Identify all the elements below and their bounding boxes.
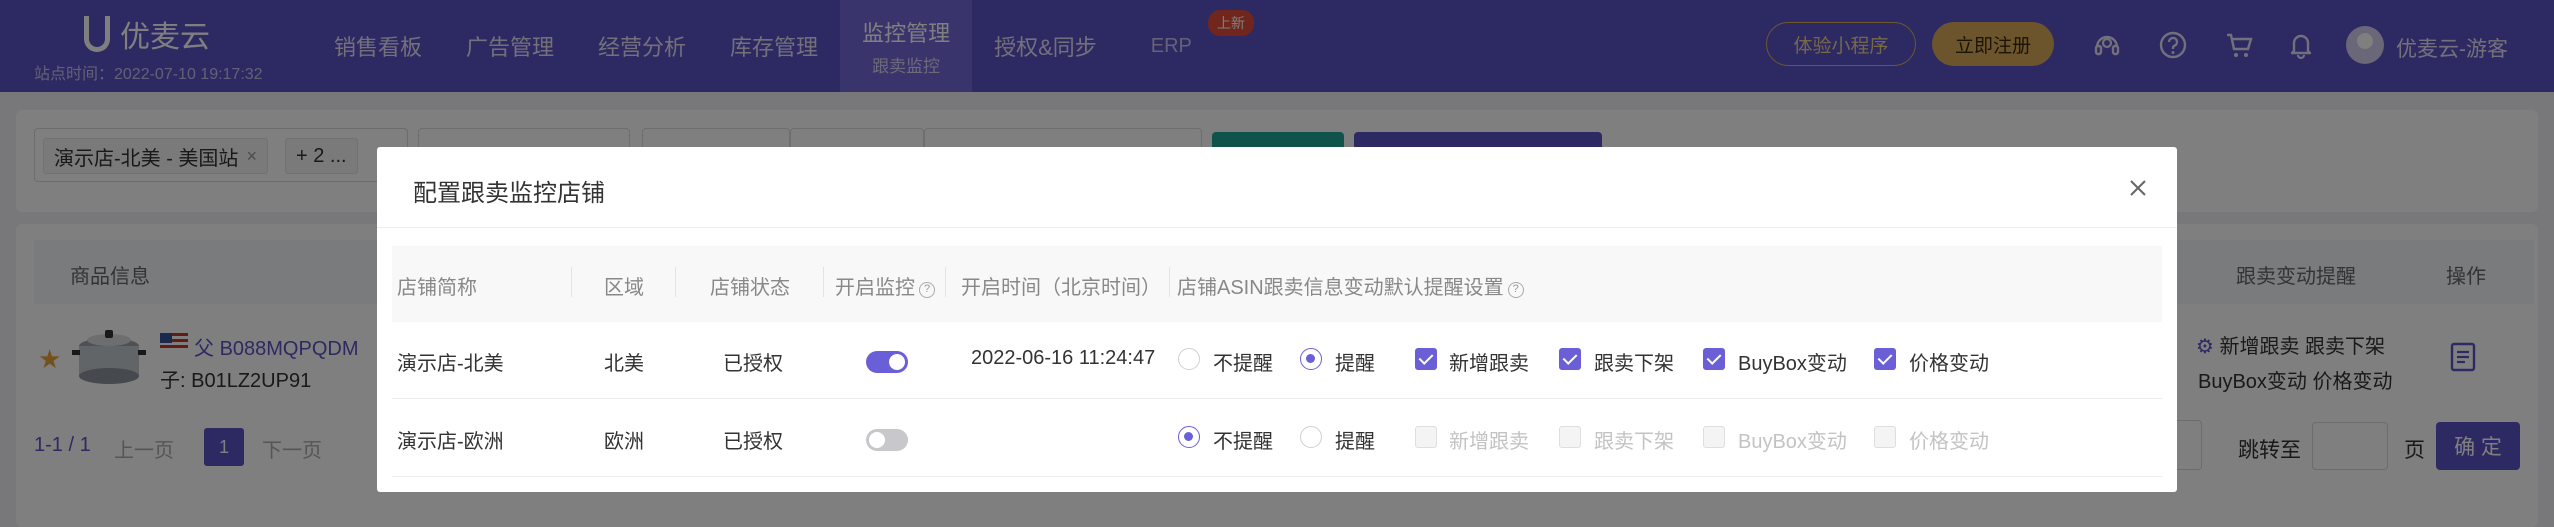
row1-price-checkbox[interactable]	[1874, 348, 1896, 370]
row2-price-checkbox	[1874, 426, 1896, 448]
dialog-title: 配置跟卖监控店铺	[413, 180, 605, 207]
row2-remind-radio[interactable]	[1300, 426, 1322, 448]
row-divider	[392, 476, 2162, 477]
row1-remind-radio[interactable]	[1300, 348, 1322, 370]
header-divider	[1169, 267, 1170, 297]
header-settings: 店铺ASIN跟卖信息变动默认提醒设置?	[1177, 271, 1524, 300]
header-time: 开启时间（北京时间）	[961, 277, 1161, 299]
row1-no-remind-radio[interactable]	[1178, 348, 1200, 370]
header-divider	[675, 267, 676, 297]
row2-buybox-label: BuyBox变动	[1738, 431, 1847, 453]
header-monitor-label: 开启监控	[835, 277, 915, 299]
row1-monitor-toggle[interactable]	[866, 351, 908, 373]
header-divider	[571, 267, 572, 297]
row1-price-label[interactable]: 价格变动	[1909, 347, 1989, 376]
row2-status: 已授权	[723, 431, 783, 453]
close-icon[interactable]	[2123, 173, 2153, 203]
header-monitor: 开启监控?	[835, 271, 935, 300]
row2-buybox-checkbox	[1703, 426, 1725, 448]
header-divider	[945, 267, 946, 297]
header-status: 店铺状态	[710, 277, 790, 299]
row2-new-seller-checkbox	[1415, 426, 1437, 448]
row1-region: 北美	[604, 353, 644, 375]
row1-buybox-label[interactable]: BuyBox变动	[1738, 347, 1847, 376]
dialog-divider	[377, 227, 2177, 228]
help-icon[interactable]: ?	[919, 282, 935, 298]
header-region: 区域	[604, 277, 644, 299]
help-icon[interactable]: ?	[1507, 282, 1524, 298]
row2-new-seller-label: 新增跟卖	[1449, 431, 1529, 453]
row2-region: 欧洲	[604, 431, 644, 453]
row1-remind-label[interactable]: 提醒	[1335, 347, 1375, 376]
row1-new-seller-checkbox[interactable]	[1415, 348, 1437, 370]
row2-no-remind-radio[interactable]	[1178, 426, 1200, 448]
row2-seller-removed-label: 跟卖下架	[1594, 431, 1674, 453]
header-settings-label: 店铺ASIN跟卖信息变动默认提醒设置	[1177, 277, 1504, 299]
header-divider	[823, 267, 824, 297]
row2-remind-label[interactable]: 提醒	[1335, 425, 1375, 454]
row2-seller-removed-checkbox	[1559, 426, 1581, 448]
row2-no-remind-label[interactable]: 不提醒	[1213, 425, 1273, 454]
row1-store: 演示店-北美	[397, 353, 504, 375]
row2-price-label: 价格变动	[1909, 431, 1989, 453]
row1-seller-removed-checkbox[interactable]	[1559, 348, 1581, 370]
row1-new-seller-label[interactable]: 新增跟卖	[1449, 347, 1529, 376]
row2-monitor-toggle[interactable]	[866, 429, 908, 451]
row-divider	[392, 398, 2162, 399]
row1-start-time: 2022-06-16 11:24:47	[971, 347, 1156, 369]
config-monitor-store-dialog: 配置跟卖监控店铺 店铺简称 区域 店铺状态 开启监控? 开启时间（北京时间） 店…	[377, 147, 2177, 492]
row1-status: 已授权	[723, 353, 783, 375]
row1-seller-removed-label[interactable]: 跟卖下架	[1594, 347, 1674, 376]
header-store: 店铺简称	[397, 277, 477, 299]
row2-store: 演示店-欧洲	[397, 431, 504, 453]
row1-no-remind-label[interactable]: 不提醒	[1213, 347, 1273, 376]
row1-buybox-checkbox[interactable]	[1703, 348, 1725, 370]
